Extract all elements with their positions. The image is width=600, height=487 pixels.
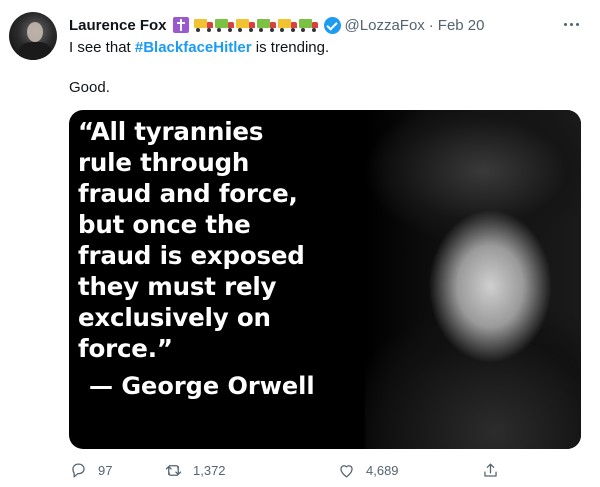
truck-icon [277,18,298,32]
author-handle[interactable]: @LozzaFox [345,17,425,34]
tweet-header: Laurence Fox @LozzaFox · Feb 20 [69,15,485,35]
latin-cross-icon [172,17,189,33]
reply-count: 97 [98,462,113,478]
avatar-body [19,42,51,60]
tweet-media-image[interactable]: “All tyrannies rule through fraud and fo… [69,110,581,449]
quote-line: force.” [78,334,173,363]
quote-line: rule through [78,148,250,177]
quote-line: but once the [78,210,251,239]
retweet-count: 1,372 [193,462,226,478]
share-icon [484,463,497,477]
reply-icon [72,463,85,477]
quote-text: “All tyrannies rule through fraud and fo… [78,116,378,364]
tweet-text-line1: I see that #BlackfaceHitler is trending. [69,38,329,58]
truck-icon [235,18,256,32]
truck-icon [193,18,214,32]
quote-line: they must rely [78,272,277,301]
tweet-text-suffix: is trending. [251,39,330,56]
reply-button[interactable]: 97 [69,458,112,482]
quote-line: fraud and force, [78,179,298,208]
more-options-icon[interactable] [559,12,583,36]
retweet-button[interactable]: 1,372 [164,458,226,482]
hashtag-link[interactable]: #BlackfaceHitler [135,39,252,56]
truck-icon [298,18,319,32]
truck-icon [256,18,277,32]
like-button[interactable]: 4,689 [337,458,399,482]
retweet-icon [165,464,182,476]
like-count: 4,689 [366,462,399,478]
share-button[interactable] [481,458,500,482]
tweet-actions: 97 1,372 4,689 [69,458,509,482]
tweet-text-prefix: I see that [69,39,135,56]
avatar[interactable] [9,12,57,60]
tweet-card[interactable]: Laurence Fox @LozzaFox · Feb 20 I see th… [0,0,600,487]
quote-line: fraud is exposed [78,241,305,270]
truck-emoji-group [193,18,319,32]
truck-icon [214,18,235,32]
author-name[interactable]: Laurence Fox [69,17,167,34]
orwell-portrait-photo [365,110,581,449]
quote-line: “All tyrannies [78,117,264,146]
tweet-date[interactable]: Feb 20 [438,17,485,34]
quote-line: exclusively on [78,303,271,332]
verified-badge-icon [323,16,341,34]
tweet-text-line2: Good. [69,79,110,96]
separator-dot: · [428,16,434,34]
like-icon [340,464,353,477]
avatar-face [27,22,43,42]
quote-attribution: — George Orwell [89,372,315,400]
